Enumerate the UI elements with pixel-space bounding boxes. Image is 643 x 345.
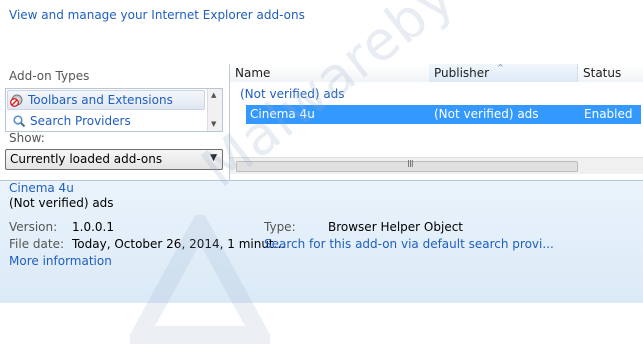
column-header-label: Name [235,66,271,80]
column-header-status[interactable]: Status [578,64,643,82]
addon-types-scrollbar[interactable]: ▲ ▼ [207,89,222,131]
search-addon-link[interactable]: Search for this add-on via default searc… [264,237,554,251]
search-icon [13,115,26,128]
show-dropdown[interactable]: Currently loaded add-ons ▼ [5,149,223,170]
addon-type-toolbars-extensions[interactable]: Toolbars and Extensions [7,90,205,110]
addon-status-cell: Enabled [584,107,633,121]
addon-types-list: Toolbars and Extensions Search Providers… [5,88,223,132]
details-addon-publisher: (Not verified) ads [9,196,114,210]
version-value: 1.0.0.1 [72,220,114,234]
addon-type-label: Toolbars and Extensions [28,93,173,107]
malwarebytes-logo-watermark [130,215,270,344]
more-information-link[interactable]: More information [9,254,112,268]
column-header-label: Publisher [434,66,490,80]
filedate-label: File date: [9,237,64,251]
addons-list-hscrollbar[interactable]: III [230,157,643,174]
column-header-publisher[interactable]: Publisher ^ [429,63,578,82]
sort-ascending-icon: ^ [497,63,504,72]
version-label: Version: [9,220,58,234]
gear-blocked-icon [10,94,23,107]
addon-publisher-cell: (Not verified) ads [434,107,539,121]
show-label: Show: [9,131,45,145]
details-addon-name: Cinema 4u [9,181,74,195]
scroll-up-icon[interactable]: ▲ [211,91,216,99]
addon-type-label: Search Providers [30,114,131,128]
type-value: Browser Helper Object [328,220,464,234]
scroll-down-icon[interactable]: ▼ [211,120,216,128]
addon-types-label: Add-on Types [9,69,90,83]
hscroll-thumb[interactable]: III [236,159,578,172]
show-dropdown-value: Currently loaded add-ons [10,152,163,166]
manage-addons-title: View and manage your Internet Explorer a… [9,8,305,22]
grip-icon: III [407,159,414,170]
column-header-label: Status [583,66,622,80]
